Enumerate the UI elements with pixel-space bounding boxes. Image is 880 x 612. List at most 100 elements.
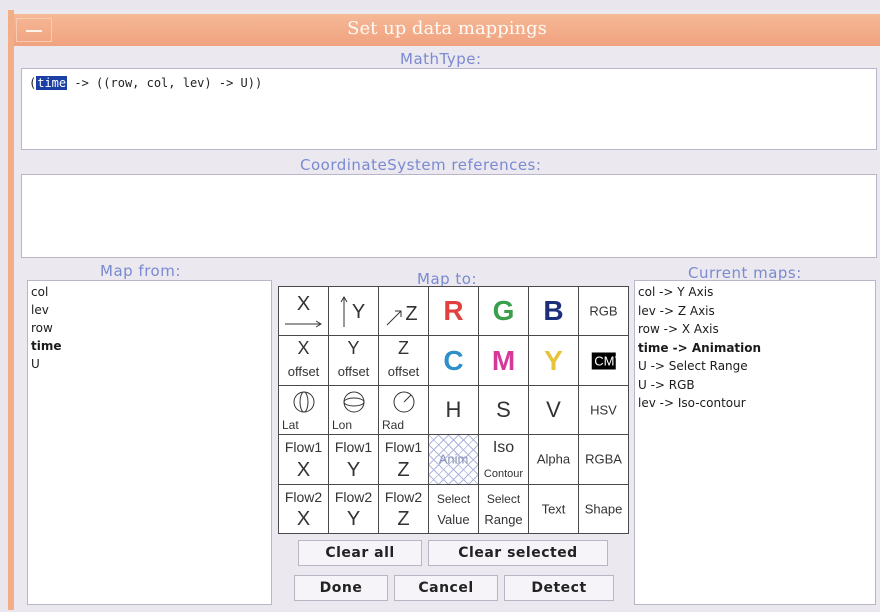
list-item[interactable]: lev -> Iso-contour — [638, 394, 761, 413]
globe-longitude-icon — [343, 391, 364, 413]
cell-sublabel: Y — [346, 508, 361, 530]
mathtype-text: (time -> ((row, col, lev) -> U)) — [29, 76, 262, 90]
map-longitude[interactable]: Lon — [329, 385, 378, 435]
cell-label: Lon — [332, 418, 353, 433]
clear-selected-button[interactable]: Clear selected — [428, 540, 608, 566]
cell-label: Y — [351, 301, 366, 323]
map-flow2-y[interactable]: Flow2 Y — [329, 484, 378, 533]
cell-label: HSV — [590, 402, 617, 418]
cell-sublabel: X — [296, 458, 311, 481]
list-item[interactable]: row -> X Axis — [638, 320, 761, 339]
cell-label: C — [443, 344, 464, 376]
list-item[interactable]: row — [31, 319, 62, 337]
map-z-offset[interactable]: Zoffset — [379, 336, 428, 385]
cell-label: Lat — [282, 418, 299, 433]
list-item[interactable]: lev -> Z Axis — [638, 302, 761, 321]
map-cyan[interactable]: C — [429, 336, 478, 385]
map-rgb[interactable]: RGB — [579, 287, 628, 336]
map-from-list[interactable]: col lev row time U — [27, 280, 272, 605]
mathtype-rest: -> ((row, col, lev) -> U)) — [67, 76, 263, 90]
cell-label: Flow1 — [284, 439, 323, 456]
cell-sublabel: Range — [484, 512, 523, 527]
cell-label: G — [492, 295, 515, 327]
map-hue[interactable]: H — [429, 385, 478, 435]
cell-sublabel: X — [296, 508, 311, 530]
cell-sublabel: Value — [437, 512, 470, 527]
map-to-grid: X Y Z R G B RGB Xoffset Yoffset Zoffset … — [278, 286, 629, 534]
cell-sublabel: Y — [346, 458, 361, 481]
cell-sublabel: Contour — [483, 467, 524, 480]
cell-label: Z — [398, 338, 409, 359]
map-iso-contour[interactable]: Iso Contour — [479, 435, 528, 484]
map-cmy[interactable]: CMY — [579, 336, 628, 385]
map-alpha[interactable]: Alpha — [529, 435, 578, 484]
map-saturation[interactable]: S — [479, 385, 528, 435]
cell-label: R — [443, 295, 464, 327]
cell-label: H — [445, 396, 462, 422]
radius-icon — [393, 391, 414, 413]
cell-label: Flow2 — [334, 488, 373, 505]
map-select-range[interactable]: Select Range — [479, 484, 528, 533]
map-select-value[interactable]: Select Value — [429, 484, 478, 533]
cell-sublabel: Z — [397, 458, 410, 481]
list-item[interactable]: lev — [31, 301, 62, 319]
cell-label: X — [297, 338, 310, 359]
mathtype-label: MathType: — [400, 50, 482, 68]
map-green[interactable]: G — [479, 287, 528, 336]
current-maps-list[interactable]: col -> Y Axis lev -> Z Axis row -> X Axi… — [634, 280, 876, 605]
map-y-offset[interactable]: Yoffset — [329, 336, 378, 385]
cell-label: M — [491, 344, 516, 376]
cell-label: Y — [544, 344, 563, 376]
map-flow1-z[interactable]: Flow1 Z — [379, 435, 428, 484]
map-radius[interactable]: Rad — [379, 385, 428, 435]
map-latitude[interactable]: Lat — [279, 385, 328, 435]
map-flow2-z[interactable]: Flow2 Z — [379, 484, 428, 533]
list-item[interactable]: col -> Y Axis — [638, 283, 761, 302]
cell-label: Select — [486, 491, 521, 506]
cell-label: Rad — [382, 418, 405, 433]
clear-all-button[interactable]: Clear all — [298, 540, 422, 566]
list-item[interactable]: time -> Animation — [638, 339, 761, 358]
cell-label: Flow1 — [334, 439, 373, 456]
list-item[interactable]: U -> RGB — [638, 376, 761, 395]
cell-label: B — [543, 295, 564, 327]
map-magenta[interactable]: M — [479, 336, 528, 385]
cell-sublabel: offset — [387, 363, 420, 379]
cell-sublabel: Z — [397, 508, 410, 530]
cell-label: RGBA — [585, 451, 622, 467]
map-text[interactable]: Text — [529, 484, 578, 533]
map-shape[interactable]: Shape — [579, 484, 628, 533]
map-y-axis[interactable]: Y — [329, 287, 378, 336]
map-x-offset[interactable]: Xoffset — [279, 336, 328, 385]
map-yellow[interactable]: Y — [529, 336, 578, 385]
cell-label: Anim — [438, 451, 469, 467]
map-value[interactable]: V — [529, 385, 578, 435]
map-hsv[interactable]: HSV — [579, 385, 628, 435]
cell-label: Iso — [492, 439, 515, 457]
detect-button[interactable]: Detect — [504, 575, 614, 601]
list-item[interactable]: U -> Select Range — [638, 357, 761, 376]
cell-label: RGB — [589, 303, 618, 319]
title-bar[interactable]: Set up data mappings — [14, 14, 880, 46]
cell-label: Shape — [584, 501, 623, 517]
map-flow1-x[interactable]: Flow1 X — [279, 435, 328, 484]
list-item[interactable]: col — [31, 283, 62, 301]
coordsys-label: CoordinateSystem references: — [300, 156, 542, 174]
map-red[interactable]: R — [429, 287, 478, 336]
map-x-axis[interactable]: X — [279, 287, 328, 336]
cancel-button[interactable]: Cancel — [394, 575, 498, 601]
list-item[interactable]: time — [31, 337, 62, 355]
map-rgba[interactable]: RGBA — [579, 435, 628, 484]
map-flow2-x[interactable]: Flow2 X — [279, 484, 328, 533]
coordsys-field[interactable] — [21, 174, 877, 258]
map-animation[interactable]: Anim — [429, 435, 478, 484]
done-button[interactable]: Done — [294, 575, 388, 601]
map-blue[interactable]: B — [529, 287, 578, 336]
cell-label: X — [296, 293, 311, 315]
map-z-axis[interactable]: Z — [379, 287, 428, 336]
list-item[interactable]: U — [31, 355, 62, 373]
cell-label: Flow2 — [384, 488, 423, 505]
cell-label: Alpha — [536, 451, 571, 467]
map-flow1-y[interactable]: Flow1 Y — [329, 435, 378, 484]
mathtype-field[interactable]: (time -> ((row, col, lev) -> U)) — [21, 68, 877, 150]
